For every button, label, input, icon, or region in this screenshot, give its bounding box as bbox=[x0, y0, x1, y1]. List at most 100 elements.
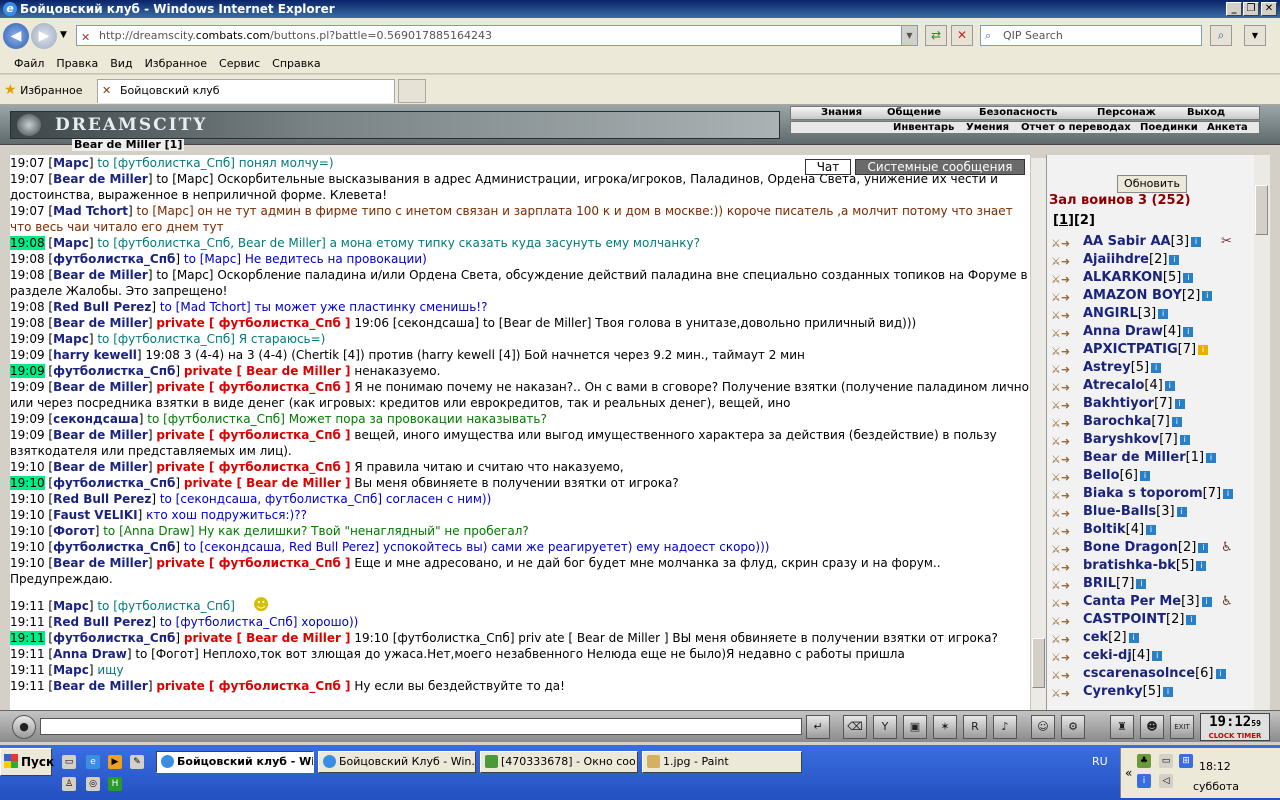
private-message-icon[interactable]: ⚔➜ bbox=[1051, 361, 1073, 376]
user-row[interactable]: ⚔➜ Bello[6] i bbox=[1051, 467, 1254, 485]
user-name[interactable]: Barochka bbox=[1083, 414, 1151, 429]
private-message-icon[interactable]: ⚔➜ bbox=[1051, 253, 1073, 268]
user-name[interactable]: Atrecalo bbox=[1083, 378, 1144, 393]
game-menu-transfers[interactable]: Отчет о переводах bbox=[1021, 122, 1131, 134]
message-author[interactable]: Red Bull Perez bbox=[53, 492, 151, 506]
smiley-icon[interactable]: ☺ bbox=[1031, 715, 1055, 739]
maximize-button[interactable]: ❐ bbox=[1243, 2, 1259, 16]
user-name[interactable]: cscarenasolnce bbox=[1083, 666, 1195, 681]
private-message-icon[interactable]: ⚔➜ bbox=[1051, 271, 1073, 286]
language-indicator[interactable]: RU bbox=[1092, 755, 1108, 768]
exit-icon[interactable]: EXIT bbox=[1170, 715, 1194, 739]
user-row[interactable]: ⚔➜ bratishka-bk[5] i bbox=[1051, 557, 1254, 575]
message-author[interactable]: Bear de Miller bbox=[53, 268, 148, 282]
user-row[interactable]: ⚔➜ Canta Per Me[3] i ♿ bbox=[1051, 593, 1254, 611]
user-row[interactable]: ⚔➜ Bone Dragon[2] i ♿ bbox=[1051, 539, 1254, 557]
private-message-icon[interactable]: ⚔➜ bbox=[1051, 235, 1073, 250]
user-row[interactable]: ⚔➜ Biaka s toporom[7] i bbox=[1051, 485, 1254, 503]
menu-favorites[interactable]: Избранное bbox=[139, 54, 213, 74]
back-icon[interactable]: ◀ bbox=[3, 23, 29, 49]
private-message-icon[interactable]: ⚔➜ bbox=[1051, 451, 1073, 466]
private-message-icon[interactable]: ⚔➜ bbox=[1051, 595, 1073, 610]
search-go-icon[interactable]: ⌕ bbox=[1210, 25, 1232, 46]
message-recipient[interactable]: to [секондсаша, Red Bull Perez] bbox=[184, 540, 379, 554]
message-author[interactable]: Red Bull Perez bbox=[53, 300, 151, 314]
tray-monitor-icon[interactable]: ▭ bbox=[1159, 754, 1173, 768]
address-bar[interactable]: ✕ http://dreamscity.combats.com/buttons.… bbox=[76, 25, 918, 46]
private-marker[interactable]: private [ Bear de Miller ] bbox=[184, 631, 351, 645]
task-message-window[interactable]: [470333678] - Окно соо... bbox=[480, 751, 638, 773]
page-2-link[interactable]: 2 bbox=[1080, 213, 1089, 228]
private-message-icon[interactable]: ⚔➜ bbox=[1051, 577, 1073, 592]
message-author[interactable]: Марс bbox=[53, 156, 89, 170]
menu-help[interactable]: Справка bbox=[266, 54, 326, 74]
private-message-icon[interactable]: ⚔➜ bbox=[1051, 289, 1073, 304]
private-message-icon[interactable]: ⚔➜ bbox=[1051, 397, 1073, 412]
user-info-icon[interactable]: i bbox=[1146, 524, 1157, 535]
tray-clock[interactable]: 18:12 bbox=[1199, 760, 1231, 773]
private-message-icon[interactable]: ⚔➜ bbox=[1051, 487, 1073, 502]
private-marker[interactable]: private [ Bear de Miller ] bbox=[184, 476, 351, 490]
message-recipient[interactable]: to [футболистка_Спб] bbox=[97, 599, 235, 613]
private-marker[interactable]: private [ футболистка_Спб ] bbox=[156, 679, 350, 693]
users-scrollbar[interactable] bbox=[1254, 155, 1270, 710]
message-time[interactable]: 19:10 bbox=[10, 556, 45, 570]
private-message-icon[interactable]: ⚔➜ bbox=[1051, 667, 1073, 682]
user-name[interactable]: Ajaiihdre bbox=[1083, 252, 1149, 267]
user-name[interactable]: Bello bbox=[1083, 468, 1120, 483]
message-recipient[interactable]: to [футболистка_Спб] bbox=[147, 412, 285, 426]
user-name[interactable]: AMAZON BOY bbox=[1083, 288, 1182, 303]
message-author[interactable]: футболистка_Спб bbox=[53, 364, 175, 378]
private-message-icon[interactable]: ⚔➜ bbox=[1051, 685, 1073, 700]
message-author[interactable]: футболистка_Спб bbox=[53, 476, 175, 490]
message-recipient[interactable]: to [футболистка_Спб, Bear de Miller] bbox=[97, 236, 325, 250]
private-message-icon[interactable]: ⚔➜ bbox=[1051, 559, 1073, 574]
user-name[interactable]: Bear de Miller bbox=[1083, 450, 1186, 465]
message-time[interactable]: 19:09 bbox=[10, 332, 45, 346]
sound-icon[interactable]: ♪ bbox=[993, 715, 1017, 739]
user-name[interactable]: Bone Dragon bbox=[1083, 540, 1178, 555]
browser-tab[interactable]: ✕ Бойцовский клуб bbox=[97, 79, 395, 103]
message-author[interactable]: футболистка_Спб bbox=[53, 540, 175, 554]
user-info-icon[interactable]: i bbox=[1174, 398, 1185, 409]
private-message-icon[interactable]: ⚔➜ bbox=[1051, 505, 1073, 520]
game-menu-exit[interactable]: Выход bbox=[1187, 107, 1225, 119]
chat-input[interactable] bbox=[40, 718, 802, 735]
tab-chat[interactable]: Чат bbox=[805, 159, 851, 175]
user-info-icon[interactable]: i bbox=[1176, 506, 1187, 517]
message-author[interactable]: Марс bbox=[53, 599, 89, 613]
game-menu-social[interactable]: Общение bbox=[887, 107, 941, 119]
message-recipient[interactable]: to [футболистка_Спб] bbox=[160, 615, 298, 629]
user-name[interactable]: ALKARKON bbox=[1083, 270, 1163, 285]
tab-system-messages[interactable]: Системные сообщения bbox=[855, 159, 1025, 175]
task-fight-club-2[interactable]: Бойцовский Клуб - Win... bbox=[318, 751, 476, 773]
quicklaunch-ie-icon[interactable]: e bbox=[86, 755, 100, 769]
private-message-icon[interactable]: ⚔➜ bbox=[1051, 613, 1073, 628]
bag-icon[interactable]: ♜ bbox=[1110, 715, 1134, 739]
message-author[interactable]: Bear de Miller bbox=[53, 556, 148, 570]
private-message-icon[interactable]: ⚔➜ bbox=[1051, 343, 1073, 358]
user-name[interactable]: ANGIRL bbox=[1083, 306, 1138, 321]
tray-network-icon[interactable]: ♣ bbox=[1137, 754, 1151, 768]
message-time[interactable]: 19:08 bbox=[10, 300, 45, 314]
message-time[interactable]: 19:09 bbox=[10, 380, 45, 394]
message-time[interactable]: 19:09 bbox=[10, 348, 45, 362]
message-time[interactable]: 19:11 bbox=[10, 663, 45, 677]
chat-scroll-thumb[interactable] bbox=[1032, 638, 1045, 688]
quicklaunch-globe-icon[interactable]: ◎ bbox=[86, 777, 100, 791]
user-name[interactable]: Anna Draw bbox=[1083, 324, 1163, 339]
message-recipient[interactable]: to [Mad Tchort] bbox=[160, 300, 251, 314]
message-time[interactable]: 19:07 bbox=[10, 204, 45, 218]
user-info-icon[interactable]: i bbox=[1136, 578, 1147, 589]
message-author[interactable]: футболистка_Спб bbox=[53, 252, 175, 266]
user-row[interactable]: ⚔➜ ALKARKON[5] i bbox=[1051, 269, 1254, 287]
user-row[interactable]: ⚔➜ ANGIRL[3] i bbox=[1051, 305, 1254, 323]
history-dropdown-icon[interactable]: ▼ bbox=[60, 30, 67, 40]
filter-icon[interactable]: Y bbox=[873, 715, 897, 739]
message-time[interactable]: 19:09 bbox=[10, 364, 45, 378]
user-info-icon[interactable]: i bbox=[1196, 560, 1207, 571]
translit-icon[interactable]: R bbox=[963, 715, 987, 739]
user-name[interactable]: Canta Per Me bbox=[1083, 594, 1181, 609]
user-name[interactable]: CASTPOINT bbox=[1083, 612, 1166, 627]
message-recipient[interactable]: to [Марс] bbox=[184, 252, 241, 266]
